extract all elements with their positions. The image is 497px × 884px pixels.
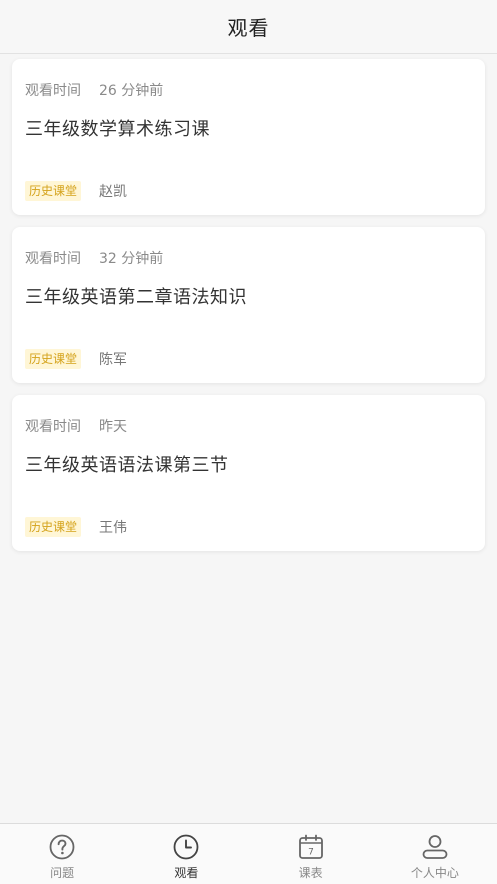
- history-card[interactable]: 观看时间 昨天 三年级英语语法课第三节 历史课堂 王伟: [12, 395, 485, 551]
- teacher-name: 陈军: [99, 352, 128, 368]
- teacher-name: 王伟: [99, 520, 128, 536]
- nav-bar: 观看: [0, 0, 497, 54]
- tab-label: 个人中心: [410, 866, 459, 880]
- calendar-icon: 7: [298, 834, 323, 859]
- history-card[interactable]: 观看时间 32 分钟前 三年级英语第二章语法知识 历史课堂 陈军: [12, 227, 485, 383]
- watch-time-value: 昨天: [99, 419, 127, 435]
- tab-label: 课表: [298, 866, 323, 880]
- teacher-name: 赵凯: [99, 184, 128, 200]
- calendar-day: 7: [308, 848, 314, 858]
- history-tag: 历史课堂: [25, 349, 82, 369]
- tab-label: 观看: [174, 866, 199, 880]
- watch-time-label: 观看时间: [25, 251, 81, 267]
- page-title: 观看: [227, 16, 270, 40]
- course-title: 三年级英语第二章语法知识: [25, 287, 247, 308]
- history-tag: 历史课堂: [25, 517, 82, 537]
- tab-profile[interactable]: 个人中心: [373, 824, 497, 884]
- history-list: 观看时间 26 分钟前 三年级数学算术练习课 历史课堂 赵凯 观看时间 32 分…: [12, 59, 485, 563]
- card-footer: 历史课堂 赵凯: [25, 181, 127, 201]
- history-tag: 历史课堂: [25, 181, 82, 201]
- watch-time-value: 26 分钟前: [99, 83, 164, 99]
- watch-time-row: 观看时间 昨天: [25, 416, 127, 436]
- watch-time-label: 观看时间: [25, 83, 81, 99]
- tab-watch[interactable]: 观看: [124, 824, 248, 884]
- question-circle-icon: [49, 834, 75, 860]
- watch-time-label: 观看时间: [25, 419, 81, 435]
- watch-time-row: 观看时间 26 分钟前: [25, 80, 163, 100]
- clock-icon: [173, 834, 199, 860]
- card-footer: 历史课堂 陈军: [25, 349, 127, 369]
- tab-bar: 问题 观看 7 课表 个人中心: [0, 823, 497, 884]
- watch-time-value: 32 分钟前: [99, 251, 164, 267]
- user-icon: [422, 835, 448, 859]
- card-footer: 历史课堂 王伟: [25, 517, 127, 537]
- course-title: 三年级数学算术练习课: [25, 119, 210, 140]
- watch-time-row: 观看时间 32 分钟前: [25, 248, 163, 268]
- tab-schedule[interactable]: 7 课表: [249, 824, 373, 884]
- tab-label: 问题: [50, 866, 75, 880]
- course-title: 三年级英语语法课第三节: [25, 455, 229, 476]
- history-card[interactable]: 观看时间 26 分钟前 三年级数学算术练习课 历史课堂 赵凯: [12, 59, 485, 215]
- tab-questions[interactable]: 问题: [0, 824, 124, 884]
